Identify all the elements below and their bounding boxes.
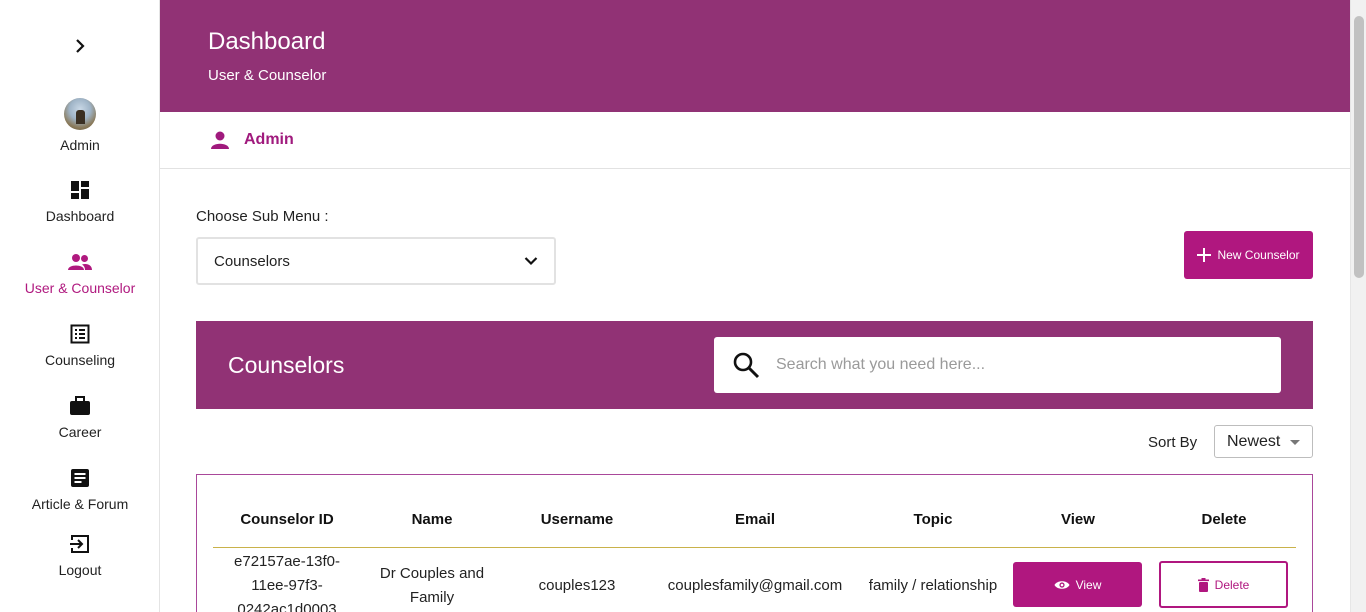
briefcase-icon [70,396,90,415]
search-icon [733,352,760,379]
column-header-delete: Delete [1201,511,1247,528]
sidebar-item-user-counselor[interactable]: User & Counselor [0,252,160,296]
page-header: Dashboard User & Counselor [160,0,1350,112]
column-header-view: View [1061,511,1095,528]
sidebar-item-dashboard[interactable]: Dashboard [0,180,160,224]
counselors-panel-header: Counselors [196,321,1313,409]
sidebar-item-label: Counseling [44,352,116,368]
cell-topic: family / relationship [868,577,998,594]
sidebar-item-label: Career [58,424,102,440]
delete-button[interactable]: Delete [1159,561,1288,608]
column-header-username: Username [540,511,614,528]
column-header-name: Name [411,511,453,528]
chevron-right-icon [76,39,85,53]
sidebar-item-career[interactable]: Career [0,396,160,440]
sort-by-label: Sort By [1148,434,1198,451]
cell-line: e72157ae-13f0- [234,553,340,570]
view-button[interactable]: View [1013,562,1142,607]
users-icon [68,254,92,270]
column-header-counselor-id: Counselor ID [240,511,334,528]
cell-line: 11ee-97f3- [251,577,323,594]
caret-down-icon [1290,440,1300,445]
sidebar-item-logout[interactable]: Logout [0,534,160,578]
logout-icon [70,535,89,553]
sidebar-item-label: Article & Forum [31,496,129,510]
search-input[interactable] [776,356,1256,374]
page-scrollbar[interactable] [1350,0,1366,612]
person-icon [211,131,229,149]
role-label: Admin [244,131,294,148]
cell-email: couplesfamily@gmail.com [667,577,843,594]
list-icon [70,324,90,344]
article-icon [71,469,89,487]
sidebar-item-label: Dashboard [45,208,115,224]
app-root: Admin Dashboard User & Counselor Counsel… [0,0,1366,612]
sort-select[interactable]: Newest [1214,425,1313,458]
role-bar: Admin [160,112,1350,169]
sidebar-item-label: Logout [58,562,102,578]
submenu-selected-value: Counselors [214,252,290,270]
counselors-table: Counselor ID Name Username Email Topic V… [196,474,1313,612]
delete-button-label: Delete [1214,577,1250,592]
column-header-email: Email [734,511,776,528]
search-box[interactable] [714,337,1281,393]
panel-title: Counselors [228,352,345,378]
dashboard-icon [71,181,89,199]
cell-line: Dr Couples and [379,565,485,582]
view-button-label: View [1075,577,1102,592]
column-header-topic: Topic [913,511,953,528]
sidebar-user-name: Admin [60,137,100,153]
cell-username: couples123 [538,577,616,594]
scrollbar-thumb[interactable] [1354,16,1364,278]
sidebar-toggle-button[interactable] [70,36,90,56]
eye-icon [1054,580,1070,589]
plus-icon [1197,248,1212,262]
cell-counselor-id: e72157ae-13f0- 11ee-97f3- 0242ac1d0003 [213,550,361,612]
cell-name: Dr Couples and Family [361,562,503,610]
cell-line: 0242ac1d0003 [237,601,337,612]
chevron-down-icon [524,257,538,266]
sidebar-item-counseling[interactable]: Counseling [0,324,160,368]
new-counselor-button[interactable]: New Counselor [1184,231,1313,279]
submenu-label: Choose Sub Menu : [196,208,329,225]
sort-selected-value: Newest [1227,432,1281,450]
sidebar-item-article-forum[interactable]: Article & Forum [0,468,160,510]
cell-line: Family [409,589,455,606]
avatar [64,98,96,130]
submenu-select[interactable]: Counselors [196,237,556,285]
sidebar-profile[interactable]: Admin [0,98,160,153]
table-header-divider [213,547,1296,548]
page-title: Dashboard [208,28,326,55]
sidebar-item-label: User & Counselor [24,280,136,296]
new-counselor-label: New Counselor [1217,248,1300,262]
page-subtitle: User & Counselor [208,67,327,84]
trash-icon [1197,577,1209,592]
sidebar: Admin Dashboard User & Counselor Counsel… [0,0,160,612]
